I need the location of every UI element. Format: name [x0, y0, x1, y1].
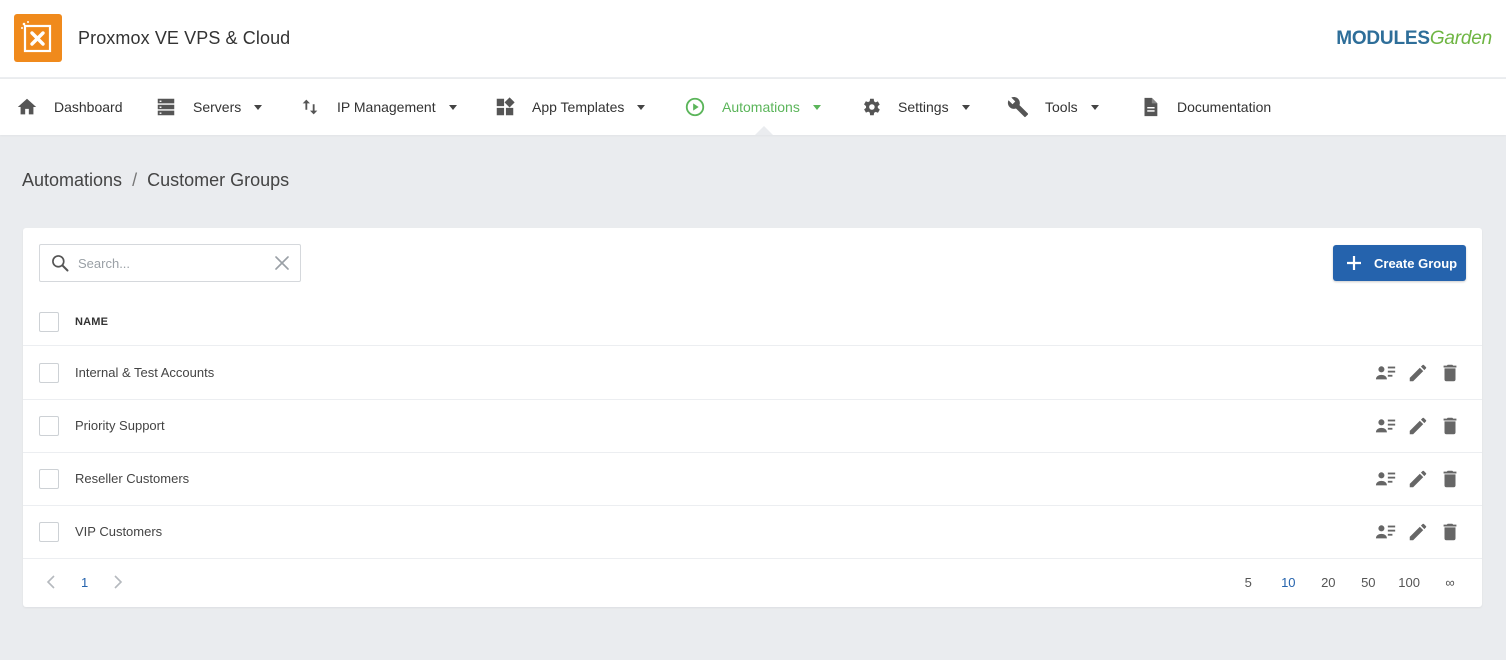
- table-row: Priority Support: [23, 400, 1482, 453]
- members-icon[interactable]: [1374, 467, 1398, 491]
- group-name: Internal & Test Accounts: [75, 365, 215, 380]
- edit-icon[interactable]: [1406, 520, 1430, 544]
- nav-item-tools[interactable]: Tools: [1007, 79, 1099, 135]
- swap-vertical-icon: [299, 96, 321, 118]
- nav-label-servers: Servers: [193, 99, 242, 115]
- nav-item-dashboard[interactable]: Dashboard: [16, 79, 123, 135]
- nav-item-app-templates[interactable]: App Templates: [494, 79, 646, 135]
- delete-icon[interactable]: [1438, 361, 1462, 385]
- column-header-name[interactable]: NAME: [75, 316, 108, 328]
- nav-item-ip-management[interactable]: IP Management: [299, 79, 457, 135]
- row-checkbox[interactable]: [39, 469, 59, 489]
- delete-icon[interactable]: [1438, 467, 1462, 491]
- members-icon[interactable]: [1374, 520, 1398, 544]
- document-icon: [1139, 96, 1161, 118]
- page-size-option-active[interactable]: 10: [1278, 575, 1298, 590]
- app-logo-icon[interactable]: [14, 14, 62, 62]
- nav-label-dashboard: Dashboard: [54, 99, 123, 115]
- play-circle-icon: [684, 96, 706, 118]
- home-icon: [16, 96, 38, 118]
- row-checkbox[interactable]: [39, 363, 59, 383]
- table-row: VIP Customers: [23, 506, 1482, 559]
- brand-name-part1: MODULES: [1336, 28, 1430, 49]
- modulesgarden-logo[interactable]: MODULES Garden: [1336, 26, 1492, 52]
- nav-label-ip-management: IP Management: [337, 99, 436, 115]
- next-page-icon[interactable]: [108, 572, 128, 592]
- members-icon[interactable]: [1374, 414, 1398, 438]
- nav-item-servers[interactable]: Servers: [155, 79, 263, 135]
- chevron-down-icon: [1090, 104, 1099, 110]
- row-actions: [1366, 361, 1462, 385]
- nav-label-app-templates: App Templates: [532, 99, 625, 115]
- row-checkbox[interactable]: [39, 416, 59, 436]
- top-bar: Proxmox VE VPS & Cloud MODULES Garden: [0, 0, 1506, 78]
- server-icon: [155, 96, 177, 118]
- plus-icon: [1346, 255, 1362, 271]
- group-name: Priority Support: [75, 418, 165, 433]
- close-icon[interactable]: [275, 256, 289, 270]
- group-name: VIP Customers: [75, 524, 163, 539]
- breadcrumb-current: Customer Groups: [147, 170, 290, 190]
- chevron-down-icon: [637, 104, 646, 110]
- nav-item-settings[interactable]: Settings: [860, 79, 970, 135]
- table-row: Reseller Customers: [23, 453, 1482, 506]
- page-size-option[interactable]: 5: [1238, 575, 1258, 590]
- table-header: NAME: [23, 300, 1482, 346]
- breadcrumb-separator: /: [132, 170, 138, 190]
- search-icon: [52, 255, 69, 272]
- page-size-selector: 5 10 20 50 100 ∞: [1218, 572, 1460, 592]
- create-group-button[interactable]: Create Group: [1333, 245, 1466, 281]
- nav-label-documentation: Documentation: [1177, 99, 1272, 115]
- search-input[interactable]: [78, 251, 268, 275]
- breadcrumb-parent[interactable]: Automations: [22, 170, 122, 191]
- page-size-option[interactable]: 20: [1318, 575, 1338, 590]
- table-row: Internal & Test Accounts: [23, 347, 1482, 400]
- search-box: [39, 244, 301, 282]
- delete-icon[interactable]: [1438, 520, 1462, 544]
- page-size-option[interactable]: 100: [1398, 575, 1420, 590]
- nav-label-tools: Tools: [1045, 99, 1078, 115]
- app-title: Proxmox VE VPS & Cloud: [78, 28, 291, 48]
- gear-icon: [860, 96, 882, 118]
- edit-icon[interactable]: [1406, 361, 1430, 385]
- nav-label-settings: Settings: [898, 99, 949, 115]
- row-actions: [1366, 520, 1462, 544]
- main-navigation: Dashboard Servers IP Management App Temp…: [0, 79, 1506, 135]
- pagination: 1: [41, 572, 128, 592]
- edit-icon[interactable]: [1406, 467, 1430, 491]
- nav-item-automations[interactable]: Automations: [684, 79, 821, 135]
- page-number[interactable]: 1: [81, 575, 88, 590]
- chevron-down-icon: [961, 104, 970, 110]
- page-size-option-all[interactable]: ∞: [1440, 575, 1460, 590]
- edit-icon[interactable]: [1406, 414, 1430, 438]
- customer-groups-panel: Create Group NAME Internal & Test Accoun…: [23, 228, 1482, 607]
- row-checkbox[interactable]: [39, 522, 59, 542]
- wrench-icon: [1007, 96, 1029, 118]
- nav-item-documentation[interactable]: Documentation: [1139, 79, 1271, 135]
- chevron-down-icon: [254, 104, 263, 110]
- chevron-down-icon: [448, 104, 457, 110]
- row-actions: [1366, 467, 1462, 491]
- active-nav-pointer: [755, 126, 773, 135]
- widgets-icon: [494, 96, 516, 118]
- select-all-checkbox[interactable]: [39, 312, 59, 332]
- delete-icon[interactable]: [1438, 414, 1462, 438]
- chevron-down-icon: [812, 104, 821, 110]
- previous-page-icon[interactable]: [41, 572, 61, 592]
- row-actions: [1366, 414, 1462, 438]
- group-name: Reseller Customers: [75, 471, 190, 486]
- create-group-label: Create Group: [1374, 255, 1458, 271]
- breadcrumb: Automations / Customer Groups: [22, 170, 289, 191]
- members-icon[interactable]: [1374, 361, 1398, 385]
- brand-name-part2: Garden: [1429, 28, 1492, 49]
- nav-label-automations: Automations: [722, 99, 800, 115]
- page-size-option[interactable]: 50: [1358, 575, 1378, 590]
